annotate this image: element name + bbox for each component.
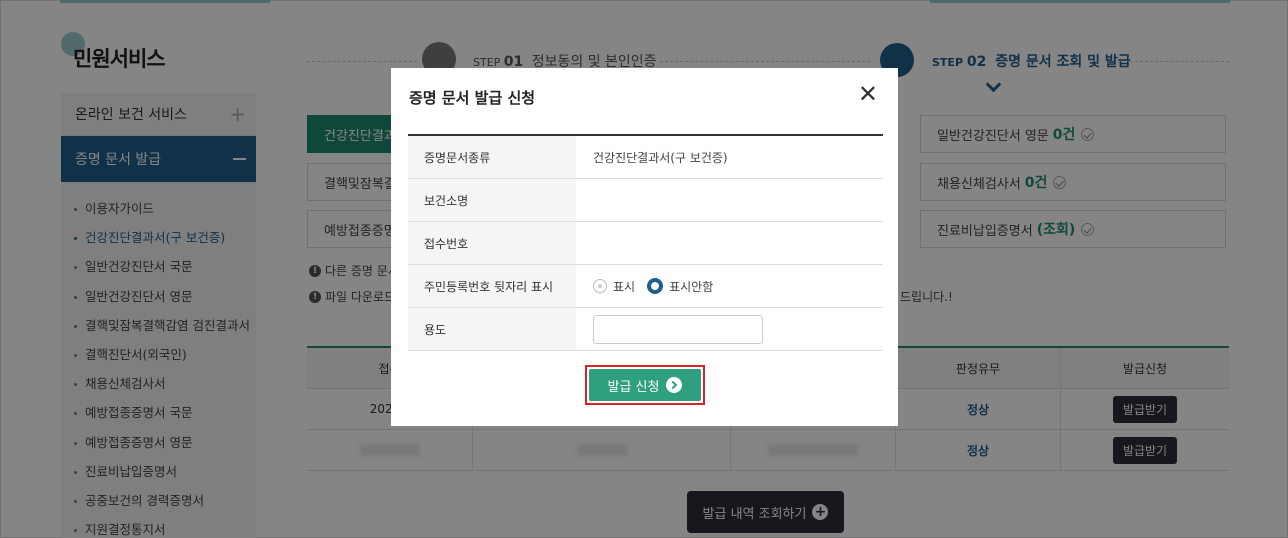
radio-label-hide: 표시안함 [669, 279, 714, 294]
field-label: 접수번호 [408, 222, 576, 264]
form-row-purpose: 용도 [408, 308, 883, 351]
close-icon[interactable]: ✕ [858, 82, 878, 106]
modal-title: 증명 문서 발급 신청 [409, 89, 536, 107]
apply-button[interactable]: 발급 신청 [589, 369, 701, 401]
issue-request-modal: 증명 문서 발급 신청 ✕ 증명문서종류 건강진단결과서(구 보건증) 보건소명… [391, 68, 898, 426]
form-row-doc-type: 증명문서종류 건강진단결과서(구 보건증) [408, 136, 883, 179]
form-row-health-center: 보건소명 [408, 179, 883, 222]
modal-form-table: 증명문서종류 건강진단결과서(구 보건증) 보건소명 접수번호 주민등록번호 뒷… [408, 134, 883, 351]
field-label: 보건소명 [408, 179, 576, 221]
field-label: 주민등록번호 뒷자리 표시 [408, 265, 576, 307]
form-row-rrn-display: 주민등록번호 뒷자리 표시 표시 표시안함 [408, 265, 883, 308]
radio-show[interactable] [593, 279, 607, 293]
arrow-right-circle-icon [666, 377, 683, 393]
radio-label-show: 표시 [613, 279, 636, 294]
field-label: 증명문서종류 [408, 136, 576, 178]
radio-hide[interactable] [647, 278, 664, 294]
purpose-cell [576, 314, 883, 344]
field-label: 용도 [408, 308, 576, 350]
apply-button-label: 발급 신청 [607, 379, 660, 395]
apply-button-highlight: 발급 신청 [585, 365, 705, 405]
doc-type-value: 건강진단결과서(구 보건증) [593, 150, 728, 165]
rrn-radio-group: 표시 표시안함 [576, 278, 883, 295]
form-row-receipt-no: 접수번호 [408, 222, 883, 265]
purpose-input[interactable] [593, 314, 763, 344]
